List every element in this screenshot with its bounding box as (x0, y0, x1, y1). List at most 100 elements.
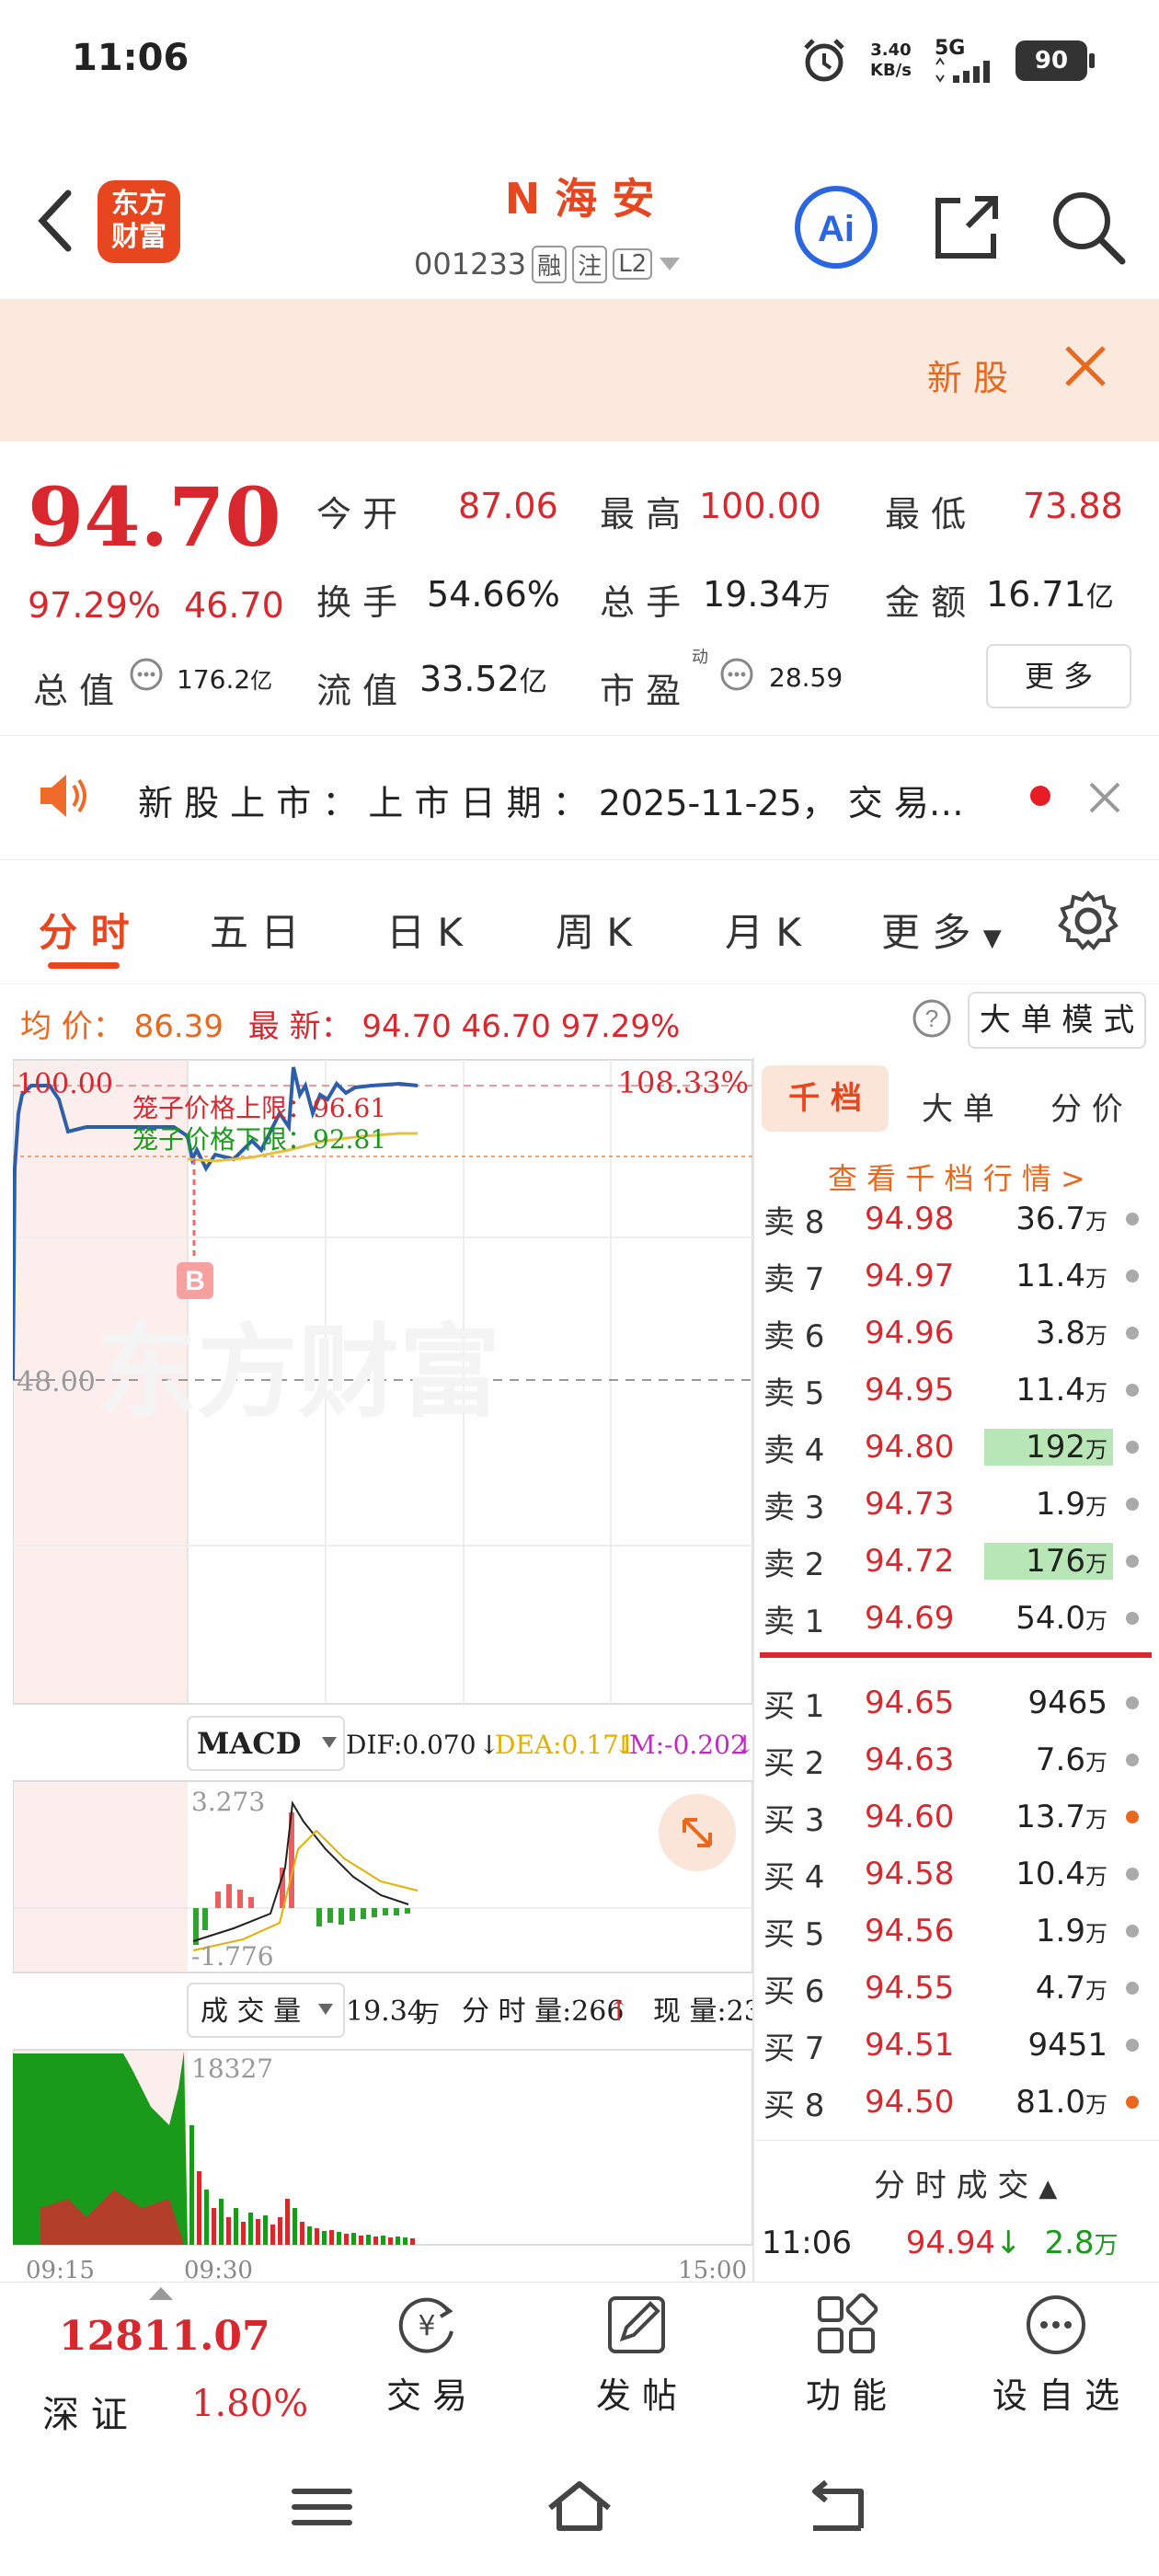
functions-button[interactable]: 功 能 (773, 2291, 920, 2418)
help-icon[interactable]: ? (911, 997, 953, 1040)
buy-order-row[interactable]: 买 8 94.50 81.0万 (763, 2074, 1150, 2131)
macd-bottom-label: -1.776 (191, 1941, 274, 1972)
tab-monthly-k[interactable]: 月 K (725, 902, 801, 958)
caret-up-icon[interactable] (147, 2285, 175, 2302)
svg-text:MACD: MACD (197, 1726, 301, 1761)
mcap-value: 176.2亿 (177, 664, 273, 695)
order-dot (1126, 1811, 1139, 1823)
net-speed: 3.40 KB/s (870, 40, 912, 80)
trades-header[interactable]: 分 时 成 交 ▲ (874, 2160, 1057, 2205)
low-value: 73.88 (1023, 486, 1123, 526)
home-icon[interactable] (543, 2475, 616, 2539)
sell-order-row[interactable]: 卖 2 94.72 176万 (763, 1533, 1150, 1590)
sell-order-row[interactable]: 卖 8 94.98 36.7万 (763, 1190, 1150, 1248)
ai-icon[interactable]: Ai (793, 184, 879, 270)
float-value: 33.52亿 (419, 659, 547, 699)
index-change: 1.80% (191, 2383, 309, 2425)
order-dot (1126, 1327, 1139, 1340)
signal-icon (935, 57, 990, 83)
stock-code-row[interactable]: 001233 融 注 L2 (414, 241, 682, 287)
order-price: 94.95 (865, 1372, 955, 1409)
tab-weekly-k[interactable]: 周 K (556, 902, 632, 958)
lower-limit-label: 笼子价格下限：92.81 (132, 1124, 386, 1155)
volume-bars (189, 2125, 415, 2245)
tab-more[interactable]: 更 多 ▼ (881, 902, 1002, 958)
order-volume: 11.4万 (1016, 1372, 1107, 1409)
stock-prefix: N (504, 174, 541, 224)
tab-price-distribution[interactable]: 分 价 (1050, 1084, 1123, 1129)
sell-order-row[interactable]: 卖 4 94.80 192万 (763, 1419, 1150, 1476)
order-dot (1126, 1868, 1139, 1880)
order-price: 94.50 (865, 2084, 955, 2121)
close-icon[interactable] (1085, 778, 1124, 817)
order-dot (1126, 1925, 1139, 1938)
buy-order-row[interactable]: 买 1 94.65 9465 (763, 1674, 1150, 1731)
dif-value: DIF:0.070 (346, 1730, 476, 1760)
order-dot (1126, 1270, 1139, 1282)
tab-intraday[interactable]: 分 时 (39, 902, 130, 958)
index-value[interactable]: 12811.07 (59, 2313, 270, 2360)
amount-value: 16.71亿 (986, 574, 1114, 615)
tag-registration: 注 (572, 245, 608, 283)
macd-top-label: 3.273 (191, 1787, 265, 1817)
order-side: 卖 1 (763, 1603, 825, 1640)
tab-thousand-levels[interactable]: 千 档 (762, 1065, 889, 1132)
order-price: 94.69 (865, 1600, 955, 1637)
current-price: 94.70 (28, 469, 281, 565)
order-side: 买 4 (763, 1858, 825, 1896)
buy-order-row[interactable]: 买 7 94.51 9451 (763, 2017, 1150, 2074)
search-icon[interactable] (1045, 184, 1131, 270)
trade-button[interactable]: ¥ 交 易 (353, 2291, 500, 2418)
intraday-chart[interactable]: 东方财富 B 100.00 48.00 108.33% 笼子价格上限：96.61… (13, 1058, 752, 2282)
tab-daily-k[interactable]: 日 K (386, 902, 463, 958)
more-info-icon[interactable] (719, 657, 754, 692)
sell-order-row[interactable]: 卖 7 94.97 11.4万 (763, 1248, 1150, 1305)
svg-text:Ai: Ai (818, 209, 855, 249)
menu-icon[interactable] (285, 2475, 359, 2539)
tab-big-orders[interactable]: 大 单 (922, 1084, 994, 1129)
sell-order-row[interactable]: 卖 6 94.96 3.8万 (763, 1305, 1150, 1362)
sell-order-row[interactable]: 卖 3 94.73 1.9万 (763, 1476, 1150, 1533)
order-side: 买 8 (763, 2087, 825, 2124)
buy-order-row[interactable]: 买 5 94.56 1.9万 (763, 1903, 1150, 1960)
buy-order-row[interactable]: 买 4 94.58 10.4万 (763, 1846, 1150, 1903)
buy-order-row[interactable]: 买 2 94.63 7.6万 (763, 1731, 1150, 1788)
pct-top-label: 108.33% (618, 1065, 749, 1100)
order-volume: 4.7万 (1035, 1970, 1107, 2007)
close-icon[interactable] (1060, 340, 1111, 392)
add-watchlist-button[interactable]: 设 自 选 (982, 2291, 1130, 2418)
status-bar: 11:06 3.40 KB/s 5G 90 (0, 0, 1159, 120)
back-icon[interactable] (800, 2475, 874, 2539)
buy-order-row[interactable]: 买 3 94.60 13.7万 (763, 1788, 1150, 1846)
sell-order-row[interactable]: 卖 5 94.95 11.4万 (763, 1362, 1150, 1419)
tab-five-day[interactable]: 五 日 (210, 902, 299, 958)
vol-total: 19.34 (346, 1995, 425, 2028)
buy-order-row[interactable]: 买 6 94.55 4.7万 (763, 1960, 1150, 2017)
order-side: 买 7 (763, 2030, 825, 2067)
tag-margin: 融 (532, 245, 568, 283)
order-price: 94.97 (865, 1258, 955, 1294)
share-icon[interactable] (924, 184, 1010, 270)
time-end: 15:00 (678, 2257, 747, 2282)
settings-gear-icon[interactable] (1056, 889, 1120, 953)
clock: 11:06 (72, 37, 189, 79)
new-stock-label: 新 股 (926, 358, 1008, 398)
order-dot (1126, 1696, 1139, 1709)
active-tab-indicator (48, 962, 120, 969)
order-volume: 192万 (984, 1429, 1113, 1466)
post-button[interactable]: 发 帖 (563, 2291, 710, 2418)
dif-line (192, 1800, 409, 1942)
high-value: 100.00 (699, 486, 821, 526)
order-side: 卖 5 (763, 1374, 825, 1412)
svg-text:↓: ↓ (734, 1730, 752, 1760)
sell-order-row[interactable]: 卖 1 94.69 54.0万 (763, 1590, 1150, 1647)
volume-value: 19.34万 (703, 574, 831, 615)
svg-text:¥: ¥ (418, 2310, 435, 2342)
order-price: 94.55 (865, 1970, 955, 2007)
big-order-mode-button[interactable]: 大 单 模 式 (968, 992, 1146, 1049)
order-dot (1126, 2039, 1139, 2052)
more-info-icon[interactable] (129, 657, 164, 692)
mcap-label: 总 值 (33, 671, 115, 711)
order-side: 卖 2 (763, 1546, 825, 1583)
more-button[interactable]: 更 多 (986, 644, 1131, 708)
